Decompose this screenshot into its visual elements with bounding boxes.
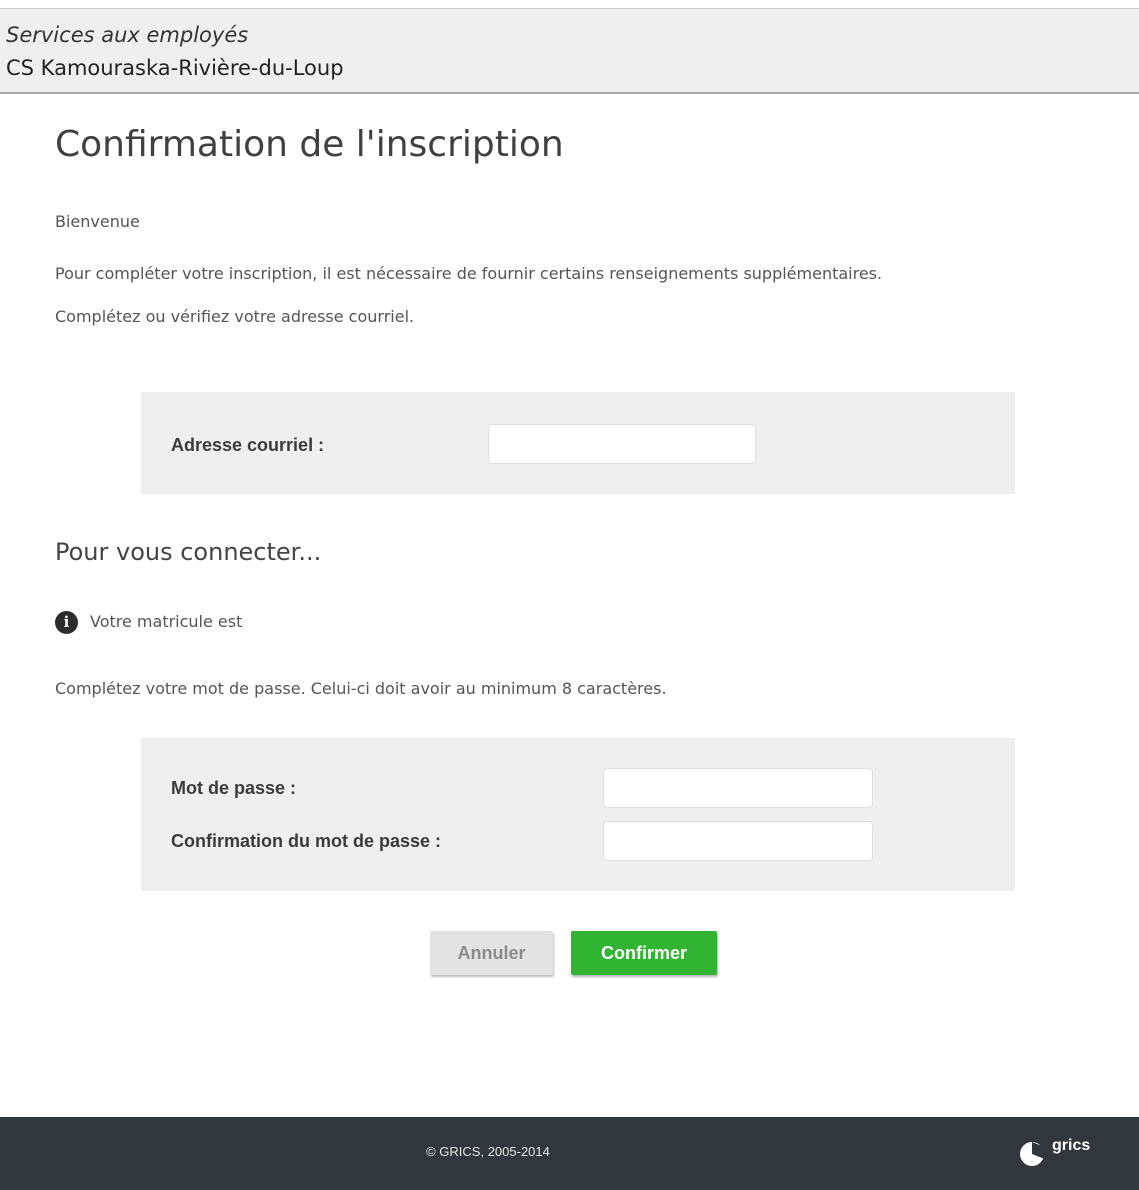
footer: © GRICS, 2005-2014 grics [0,1117,1139,1190]
welcome-text: Bienvenue [55,212,140,231]
info-icon: i [55,611,78,634]
password-confirm-field[interactable] [603,821,873,861]
grics-logo-icon [1020,1142,1047,1166]
password-label: Mot de passe : [171,778,297,798]
password-instruction: Complétez votre mot de passe. Celui-ci d… [55,679,667,698]
organization-name: CS Kamouraska-Rivière-du-Loup [6,56,344,80]
email-field[interactable] [488,424,756,464]
page-title: Confirmation de l'inscription [55,124,564,165]
login-section-title: Pour vous connecter... [55,538,322,566]
copyright-text: © GRICS, 2005-2014 [426,1144,550,1159]
email-label: Adresse courriel : [171,435,325,455]
confirm-button[interactable]: Confirmer [571,931,717,975]
password-confirm-label: Confirmation du mot de passe : [171,831,442,851]
email-instruction: Complétez ou vérifiez votre adresse cour… [55,307,415,326]
email-panel: Adresse courriel : [141,392,1015,494]
password-panel: Mot de passe : Confirmation du mot de pa… [141,738,1015,891]
matricule-info: Votre matricule est [90,612,243,631]
cancel-button[interactable]: Annuler [430,931,553,975]
grics-logo: grics [1017,1137,1107,1171]
top-header: Services aux employés CS Kamouraska-Rivi… [0,8,1139,94]
portal-name: Services aux employés [6,23,249,47]
logo-text: grics [1052,1137,1091,1154]
password-field[interactable] [603,768,873,808]
intro-text: Pour compléter votre inscription, il est… [55,264,883,283]
